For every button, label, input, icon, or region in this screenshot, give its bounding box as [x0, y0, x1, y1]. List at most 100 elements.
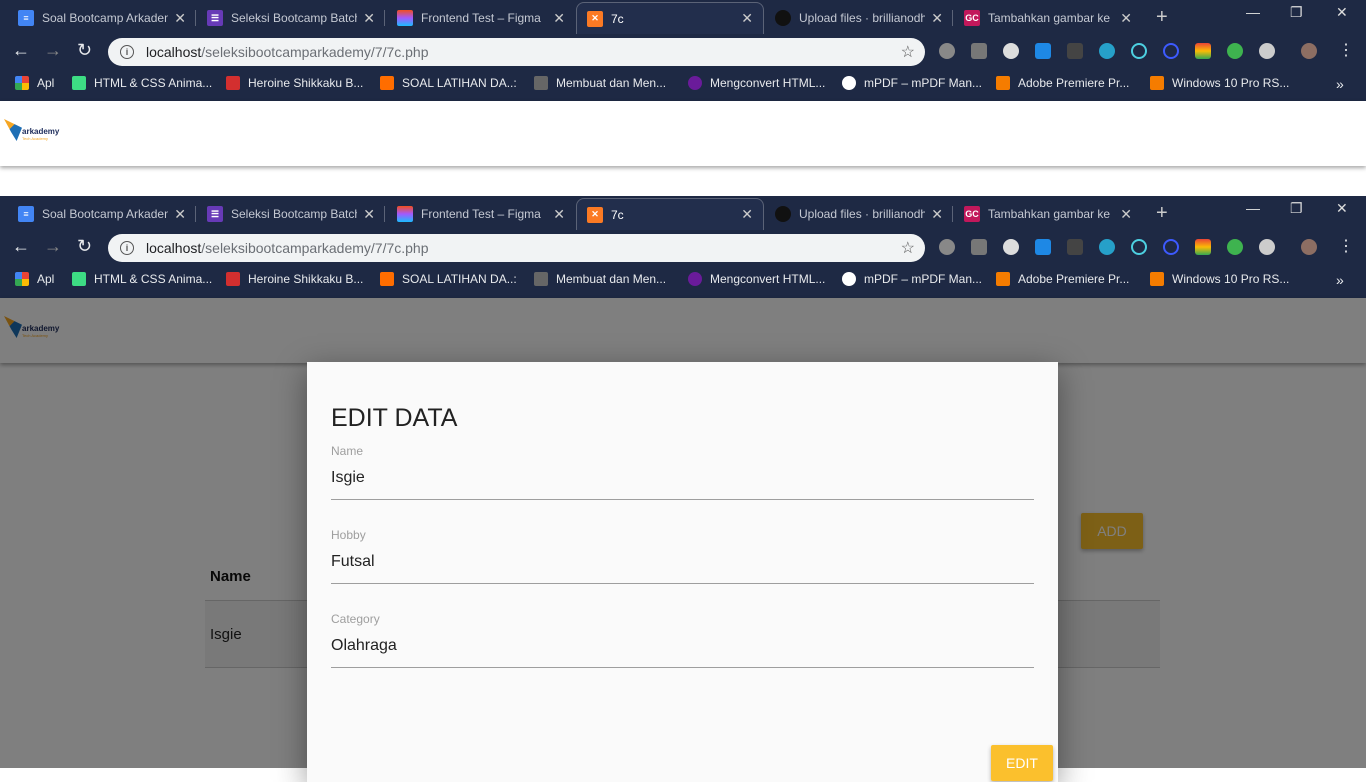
- close-tab-icon[interactable]: ✕: [553, 206, 565, 223]
- info-icon[interactable]: i: [120, 45, 134, 59]
- udemy-icon[interactable]: [1227, 239, 1243, 255]
- profile-avatar[interactable]: [1301, 239, 1317, 255]
- bookmark-apps[interactable]: Apl: [15, 76, 54, 90]
- alarm-icon[interactable]: [1131, 43, 1147, 59]
- extension-icon[interactable]: [1259, 43, 1275, 59]
- tab-tambahkan-gambar[interactable]: GC Tambahkan gambar ke ✕: [954, 198, 1142, 230]
- alarm-icon[interactable]: [1131, 239, 1147, 255]
- tab-seleksi-bootcamp[interactable]: ☰ Seleksi Bootcamp Batch ✕: [197, 2, 385, 34]
- extension-icon[interactable]: [971, 239, 987, 255]
- address-bar[interactable]: i localhost/seleksibootcamparkademy/7/7c…: [108, 38, 925, 66]
- download-icon[interactable]: [1195, 43, 1211, 59]
- bookmark-item[interactable]: Windows 10 Pro RS...: [1150, 76, 1289, 90]
- close-tab-icon[interactable]: ✕: [363, 206, 375, 223]
- reload-button[interactable]: ↻: [77, 40, 92, 61]
- extension-icon[interactable]: [1099, 43, 1115, 59]
- bookmark-item[interactable]: Windows 10 Pro RS...: [1150, 272, 1289, 286]
- bookmark-item[interactable]: Membuat dan Men...: [534, 76, 666, 90]
- hobby-field[interactable]: Hobby Futsal: [331, 528, 1034, 584]
- extension-icon[interactable]: [1067, 43, 1083, 59]
- category-field[interactable]: Category Olahraga: [331, 612, 1034, 668]
- new-tab-button[interactable]: +: [1156, 202, 1168, 225]
- extension-icon[interactable]: [1003, 43, 1019, 59]
- extension-icon[interactable]: [1035, 239, 1051, 255]
- bookmark-item[interactable]: Adobe Premiere Pr...: [996, 272, 1129, 286]
- bookmark-item[interactable]: SOAL LATIHAN DA..:: [380, 272, 517, 286]
- extension-icon[interactable]: [1003, 239, 1019, 255]
- extension-icon[interactable]: [1067, 239, 1083, 255]
- more-bookmarks-button[interactable]: »: [1336, 76, 1344, 92]
- restore-button[interactable]: ❐: [1290, 200, 1303, 217]
- bookmark-item[interactable]: Mengconvert HTML...: [688, 272, 825, 286]
- tab-7c[interactable]: ✕ 7c ✕: [576, 2, 764, 34]
- bookmark-item[interactable]: Heroine Shikkaku B...: [226, 272, 363, 286]
- tab-7c[interactable]: ✕ 7c ✕: [576, 198, 764, 230]
- forward-button[interactable]: →: [44, 236, 62, 257]
- bookmark-item[interactable]: HTML & CSS Anima...: [72, 272, 212, 286]
- forward-button[interactable]: →: [44, 40, 62, 61]
- close-tab-icon[interactable]: ✕: [174, 206, 186, 223]
- menu-icon[interactable]: ⋮: [1338, 236, 1354, 256]
- info-icon[interactable]: i: [120, 241, 134, 255]
- restore-button[interactable]: ❐: [1290, 4, 1303, 21]
- reload-button[interactable]: ↻: [77, 236, 92, 257]
- bookmark-star-icon[interactable]: ☆: [901, 238, 915, 258]
- bookmark-favicon-icon: [534, 272, 548, 286]
- extension-icon[interactable]: [1035, 43, 1051, 59]
- bookmark-item[interactable]: Mengconvert HTML...: [688, 76, 825, 90]
- extension-icon[interactable]: [939, 43, 955, 59]
- bookmark-item[interactable]: mPDF – mPDF Man...: [842, 76, 982, 90]
- minimize-button[interactable]: —: [1246, 4, 1260, 20]
- gc-icon: GC: [964, 206, 980, 222]
- name-field[interactable]: Name Isgie: [331, 444, 1034, 500]
- close-tab-icon[interactable]: ✕: [741, 10, 753, 27]
- bookmark-item[interactable]: mPDF – mPDF Man...: [842, 272, 982, 286]
- menu-icon[interactable]: ⋮: [1338, 40, 1354, 60]
- udemy-icon[interactable]: [1227, 43, 1243, 59]
- extension-icon[interactable]: [971, 43, 987, 59]
- bookmark-item[interactable]: SOAL LATIHAN DA..:: [380, 76, 517, 90]
- minimize-button[interactable]: —: [1246, 200, 1260, 216]
- close-tab-icon[interactable]: ✕: [363, 10, 375, 27]
- bookmark-item[interactable]: HTML & CSS Anima...: [72, 76, 212, 90]
- close-tab-icon[interactable]: ✕: [931, 206, 943, 223]
- apps-grid-icon: [15, 272, 29, 286]
- tab-github-upload[interactable]: Upload files · brillianodh ✕: [765, 198, 953, 230]
- tab-soal-bootcamp[interactable]: ≡ Soal Bootcamp Arkademy ✕: [8, 2, 196, 34]
- tab-figma[interactable]: Frontend Test – Figma ✕: [387, 198, 575, 230]
- close-tab-icon[interactable]: ✕: [553, 10, 565, 27]
- close-tab-icon[interactable]: ✕: [174, 10, 186, 27]
- tab-seleksi-bootcamp[interactable]: ☰ Seleksi Bootcamp Batch ✕: [197, 198, 385, 230]
- close-tab-icon[interactable]: ✕: [741, 206, 753, 223]
- folder-icon: [996, 272, 1010, 286]
- extension-icon[interactable]: [939, 239, 955, 255]
- extension-icon[interactable]: [1163, 43, 1179, 59]
- more-bookmarks-button[interactable]: »: [1336, 272, 1344, 288]
- tab-tambahkan-gambar[interactable]: GC Tambahkan gambar ke ✕: [954, 2, 1142, 34]
- bookmark-item[interactable]: Membuat dan Men...: [534, 272, 666, 286]
- bookmark-item[interactable]: Heroine Shikkaku B...: [226, 76, 363, 90]
- bookmark-star-icon[interactable]: ☆: [901, 42, 915, 62]
- edit-button[interactable]: EDIT: [991, 745, 1053, 781]
- close-tab-icon[interactable]: ✕: [1120, 206, 1132, 223]
- new-tab-button[interactable]: +: [1156, 6, 1168, 29]
- address-bar[interactable]: i localhost/seleksibootcamparkademy/7/7c…: [108, 234, 925, 262]
- google-docs-icon: ≡: [18, 10, 34, 26]
- profile-avatar[interactable]: [1301, 43, 1317, 59]
- close-tab-icon[interactable]: ✕: [1120, 10, 1132, 27]
- bookmark-apps[interactable]: Apl: [15, 272, 54, 286]
- bookmark-favicon-icon: [226, 76, 240, 90]
- bookmark-item[interactable]: Adobe Premiere Pr...: [996, 76, 1129, 90]
- tab-soal-bootcamp[interactable]: ≡ Soal Bootcamp Arkademy ✕: [8, 198, 196, 230]
- extension-icon[interactable]: [1099, 239, 1115, 255]
- tab-github-upload[interactable]: Upload files · brillianodh ✕: [765, 2, 953, 34]
- download-icon[interactable]: [1195, 239, 1211, 255]
- back-button[interactable]: ←: [12, 40, 30, 61]
- tab-figma[interactable]: Frontend Test – Figma ✕: [387, 2, 575, 34]
- close-tab-icon[interactable]: ✕: [931, 10, 943, 27]
- extension-icon[interactable]: [1163, 239, 1179, 255]
- back-button[interactable]: ←: [12, 236, 30, 257]
- close-window-button[interactable]: ✕: [1336, 200, 1348, 217]
- extension-icon[interactable]: [1259, 239, 1275, 255]
- close-window-button[interactable]: ✕: [1336, 4, 1348, 21]
